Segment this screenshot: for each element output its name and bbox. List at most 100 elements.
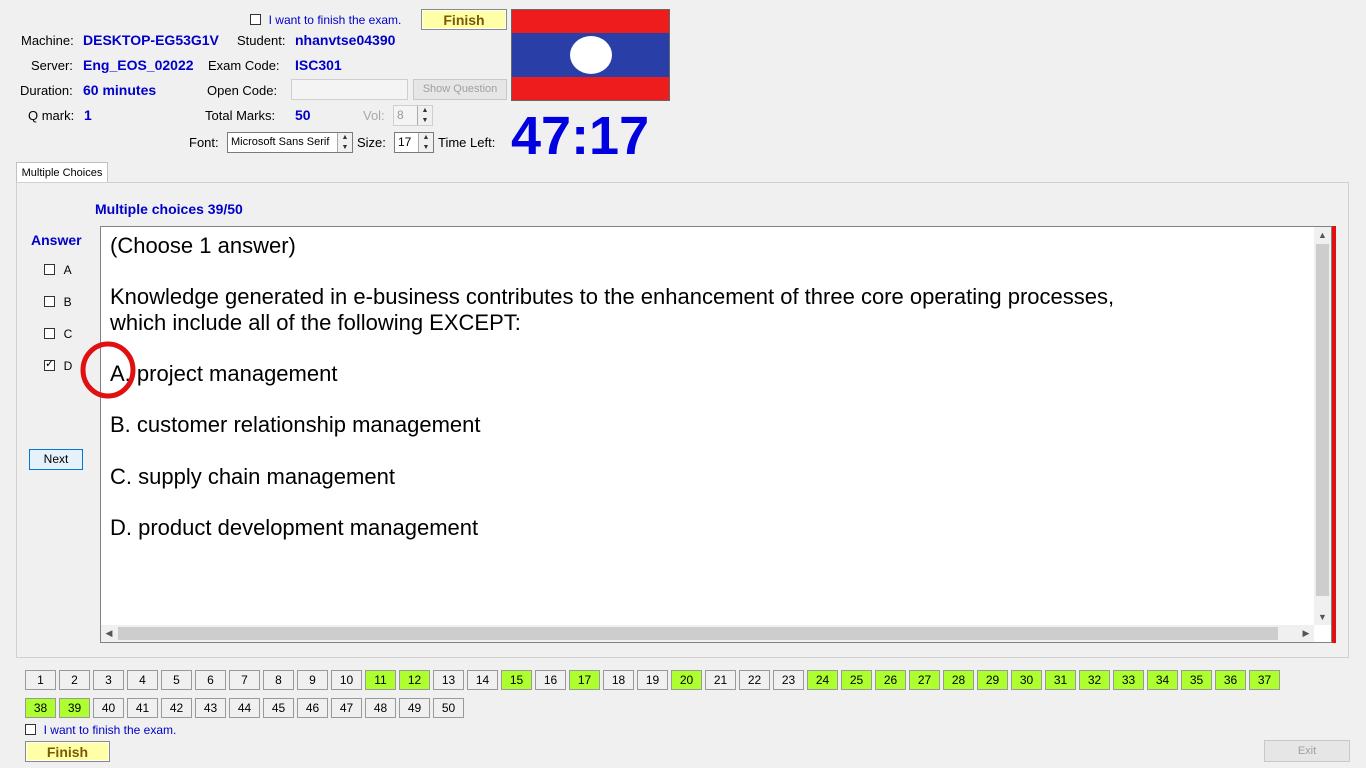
font-value: Microsoft Sans Serif — [231, 136, 330, 148]
question-nav-button[interactable]: 35 — [1181, 670, 1212, 690]
show-question-button[interactable]: Show Question — [413, 79, 507, 100]
question-nav-button[interactable]: 37 — [1249, 670, 1280, 690]
question-nav-button[interactable]: 48 — [365, 698, 396, 718]
answer-c-checkbox[interactable] — [44, 328, 55, 340]
question-nav-button[interactable]: 14 — [467, 670, 498, 690]
question-nav-button[interactable]: 22 — [739, 670, 770, 690]
open-code-input[interactable] — [291, 79, 408, 100]
horizontal-scroll-thumb[interactable] — [118, 627, 1278, 640]
question-nav-button[interactable]: 23 — [773, 670, 804, 690]
scroll-left-icon[interactable]: ◀ — [101, 625, 117, 642]
scroll-down-icon[interactable]: ▼ — [1314, 609, 1331, 625]
font-spin-icon[interactable]: ▲ ▼ — [337, 133, 352, 152]
question-nav-button[interactable]: 34 — [1147, 670, 1178, 690]
question-nav-button[interactable]: 13 — [433, 670, 464, 690]
answer-option-b[interactable]: B — [44, 293, 72, 309]
tab-multiple-choices[interactable]: Multiple Choices — [16, 162, 108, 183]
answer-a-checkbox[interactable] — [44, 264, 55, 276]
size-stepper[interactable]: 17 ▲ ▼ — [394, 132, 434, 153]
question-nav-button[interactable]: 1 — [25, 670, 56, 690]
scroll-up-icon[interactable]: ▲ — [1314, 227, 1331, 243]
question-nav-button[interactable]: 39 — [59, 698, 90, 718]
question-nav-button[interactable]: 50 — [433, 698, 464, 718]
finish-button-bottom[interactable]: Finish — [25, 741, 110, 762]
total-marks-label: Total Marks: — [205, 108, 276, 123]
question-nav-button[interactable]: 40 — [93, 698, 124, 718]
question-nav-button[interactable]: 2 — [59, 670, 90, 690]
finish-button-top[interactable]: Finish — [421, 9, 507, 30]
duration-label: Duration: — [20, 83, 73, 98]
question-nav-button[interactable]: 24 — [807, 670, 838, 690]
vol-value: 8 — [397, 108, 404, 122]
finish-checkbox-bottom[interactable] — [25, 724, 36, 736]
question-nav-button[interactable]: 44 — [229, 698, 260, 718]
vol-stepper[interactable]: 8 ▲ ▼ — [393, 105, 433, 126]
answer-text-d: D. product development management — [110, 515, 479, 540]
duration-value: 60 minutes — [83, 82, 157, 98]
red-circle-annotation — [80, 341, 136, 399]
answer-d-checkbox[interactable] — [44, 358, 55, 372]
question-nav-button[interactable]: 25 — [841, 670, 872, 690]
question-nav-button[interactable]: 18 — [603, 670, 634, 690]
question-nav-button[interactable]: 46 — [297, 698, 328, 718]
exit-button[interactable]: Exit — [1264, 740, 1350, 762]
server-value: Eng_EOS_02022 — [83, 57, 194, 73]
size-spin-icon[interactable]: ▲ ▼ — [418, 133, 433, 152]
vertical-scroll-thumb[interactable] — [1316, 244, 1329, 596]
answer-option-a[interactable]: A — [44, 261, 72, 277]
question-nav-button[interactable]: 11 — [365, 670, 396, 690]
question-nav-button[interactable]: 4 — [127, 670, 158, 690]
question-nav-button[interactable]: 43 — [195, 698, 226, 718]
next-button[interactable]: Next — [29, 449, 83, 470]
question-nav-button[interactable]: 12 — [399, 670, 430, 690]
question-nav-button[interactable]: 29 — [977, 670, 1008, 690]
question-nav-button[interactable]: 32 — [1079, 670, 1110, 690]
question-nav-button[interactable]: 7 — [229, 670, 260, 690]
question-nav-button[interactable]: 47 — [331, 698, 362, 718]
question-nav-button[interactable]: 20 — [671, 670, 702, 690]
question-nav-button[interactable]: 49 — [399, 698, 430, 718]
answer-option-c[interactable]: C — [44, 325, 72, 341]
question-nav-button[interactable]: 45 — [263, 698, 294, 718]
question-nav-button[interactable]: 28 — [943, 670, 974, 690]
question-nav-button[interactable]: 27 — [909, 670, 940, 690]
question-nav-button[interactable]: 41 — [127, 698, 158, 718]
finish-checkbox[interactable] — [250, 14, 261, 26]
question-box[interactable]: (Choose 1 answer) Knowledge generated in… — [100, 226, 1332, 643]
question-nav-button[interactable]: 3 — [93, 670, 124, 690]
question-nav-button[interactable]: 9 — [297, 670, 328, 690]
question-instruction: (Choose 1 answer) — [110, 233, 296, 258]
question-nav-button[interactable]: 17 — [569, 670, 600, 690]
answer-option-d[interactable]: D — [44, 357, 72, 373]
question-nav-button[interactable]: 36 — [1215, 670, 1246, 690]
question-nav-button[interactable]: 38 — [25, 698, 56, 718]
time-left-label: Time Left: — [438, 135, 496, 150]
question-nav-button[interactable]: 5 — [161, 670, 192, 690]
student-label: Student: — [237, 33, 286, 48]
answer-b-checkbox[interactable] — [44, 296, 55, 308]
panel-title: Multiple choices 39/50 — [95, 201, 243, 217]
question-nav-button[interactable]: 26 — [875, 670, 906, 690]
vertical-scrollbar[interactable]: ▲ ▼ — [1314, 227, 1331, 625]
question-nav-button[interactable]: 8 — [263, 670, 294, 690]
flag-circle — [570, 36, 612, 74]
question-nav-button[interactable]: 42 — [161, 698, 192, 718]
font-selector[interactable]: Microsoft Sans Serif ▲ ▼ — [227, 132, 353, 153]
question-navigator: 1 2 3 4 5 6 7 8 9 10 11 12 13 14 15 16 17 18 19 20 21 22 23 24 2… — [25, 670, 1325, 720]
question-nav-button[interactable]: 33 — [1113, 670, 1144, 690]
question-nav-button[interactable]: 30 — [1011, 670, 1042, 690]
question-nav-button[interactable]: 15 — [501, 670, 532, 690]
size-value: 17 — [398, 135, 412, 149]
time-left-value: 47:17 — [511, 106, 650, 166]
question-nav-button[interactable]: 19 — [637, 670, 668, 690]
horizontal-scrollbar[interactable]: ◀ ▶ — [101, 625, 1314, 642]
answer-label: Answer — [31, 232, 82, 248]
question-nav-button[interactable]: 31 — [1045, 670, 1076, 690]
question-nav-button[interactable]: 21 — [705, 670, 736, 690]
question-nav-button[interactable]: 10 — [331, 670, 362, 690]
server-label: Server: — [31, 58, 73, 73]
question-nav-button[interactable]: 6 — [195, 670, 226, 690]
question-nav-button[interactable]: 16 — [535, 670, 566, 690]
vol-spin-icon[interactable]: ▲ ▼ — [417, 106, 432, 125]
scroll-right-icon[interactable]: ▶ — [1298, 625, 1314, 642]
